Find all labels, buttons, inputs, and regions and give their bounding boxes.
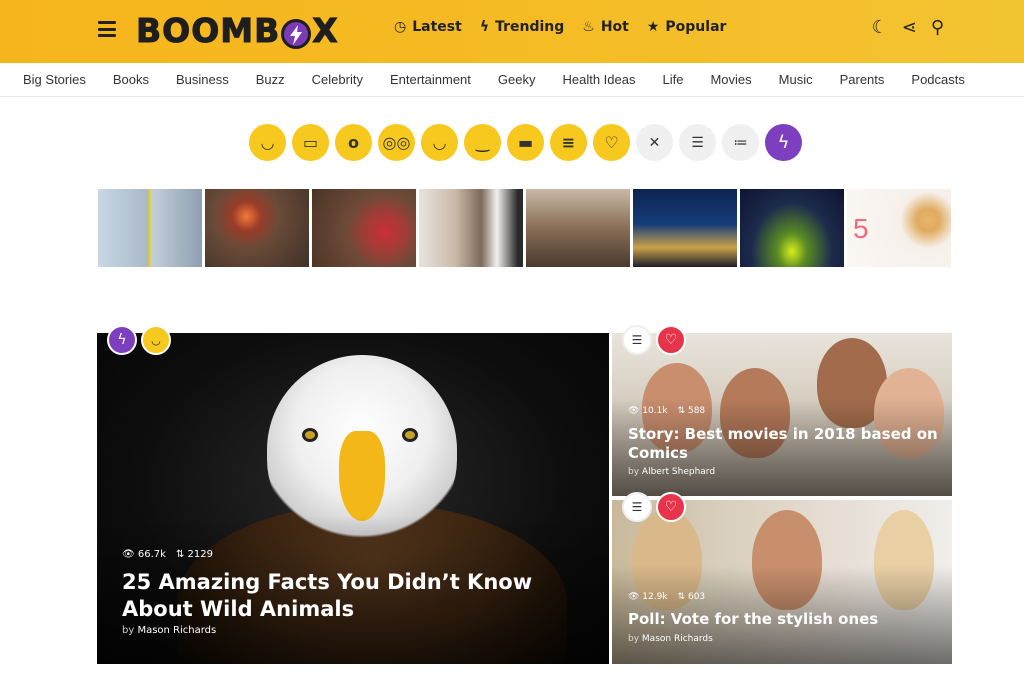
lol-reaction-icon[interactable]: ◡ [249, 124, 286, 161]
hero-title[interactable]: 25 Amazing Facts You Didn’t Know About W… [122, 569, 562, 623]
card-byline: by Albert Shephard [628, 467, 716, 477]
cool-reaction-icon[interactable]: ▬ [507, 124, 544, 161]
clock-icon: ◷ [394, 19, 407, 35]
nav-latest[interactable]: ◷ Latest [394, 19, 462, 35]
versus-reaction-icon[interactable]: ✕ [636, 124, 673, 161]
card-byline: by Mason Richards [628, 634, 713, 644]
views-count: 👁 10.1k [628, 406, 668, 416]
views-count: 👁 12.9k [628, 592, 668, 602]
category-link[interactable]: Life [662, 72, 683, 87]
category-link[interactable]: Entertainment [390, 72, 471, 87]
card-title[interactable]: Poll: Vote for the stylish ones [628, 610, 938, 629]
wtf-reaction-icon[interactable]: ◡ [421, 124, 458, 161]
card-badges: ☰ ♡ [622, 492, 686, 522]
thumb-breakfast[interactable]: 5 [847, 189, 951, 267]
nav-hot[interactable]: ♨ Hot [582, 19, 629, 35]
site-logo[interactable]: BOOMB X [135, 10, 339, 50]
search-icon[interactable]: ⚲ [931, 19, 944, 37]
author-link[interactable]: Mason Richards [137, 625, 216, 636]
hero-stats: 👁 66.7k ⇅ 2129 [122, 549, 213, 560]
category-link[interactable]: Music [779, 72, 813, 87]
list-reaction-icon[interactable]: ≔ [722, 124, 759, 161]
category-link[interactable]: Buzz [256, 72, 285, 87]
hero-byline: by Mason Richards [122, 625, 217, 636]
trending-badge-icon[interactable]: ϟ [107, 325, 137, 355]
thumb-dj[interactable] [205, 189, 309, 267]
angry-reaction-icon[interactable]: ≡ [550, 124, 587, 161]
quiz-badge-icon[interactable]: ☰ [622, 325, 652, 355]
category-link[interactable]: Books [113, 72, 149, 87]
heart-icon[interactable]: ♡ [656, 492, 686, 522]
bolt-icon: ϟ [479, 19, 490, 35]
category-link[interactable]: Big Stories [23, 72, 86, 87]
post-card[interactable]: 👁 12.9k ⇅ 603 Poll: Vote for the stylish… [612, 500, 952, 664]
hero-post[interactable]: 👁 66.7k ⇅ 2129 25 Amazing Facts You Didn… [97, 333, 609, 664]
featured-thumbnails: 5 [98, 189, 951, 267]
menu-icon[interactable] [98, 21, 116, 37]
quiz-badge-icon[interactable]: ☰ [622, 492, 652, 522]
flame-icon: ♨ [582, 19, 595, 35]
thumb-gifts[interactable] [312, 189, 416, 267]
author-link[interactable]: Mason Richards [642, 634, 713, 644]
site-header: BOOMB X ◷ Latest ϟ Trending ♨ Hot ★ Popular ☾… [0, 0, 1024, 63]
love-reaction-icon[interactable]: ♡ [593, 124, 630, 161]
shares-count: ⇅ 2129 [175, 549, 213, 560]
lol-badge-icon[interactable]: ◡ [141, 325, 171, 355]
thumb-city[interactable] [633, 189, 737, 267]
card-stats: 👁 10.1k ⇅ 588 [628, 406, 705, 416]
category-bar: Big Stories Books Business Buzz Celebrit… [0, 63, 1024, 97]
category-link[interactable]: Business [176, 72, 229, 87]
category-link[interactable]: Podcasts [911, 72, 964, 87]
trending-reaction-icon[interactable]: ϟ [765, 124, 802, 161]
card-title[interactable]: Story: Best movies in 2018 based on Comi… [628, 425, 938, 463]
card-stats: 👁 12.9k ⇅ 603 [628, 592, 705, 602]
share-icon[interactable]: ⋖ [902, 19, 917, 37]
thumb-window[interactable] [419, 189, 523, 267]
hero-image-eye [402, 428, 418, 442]
thumb-number: 5 [853, 213, 869, 244]
hero-badges: ϟ ◡ [107, 325, 171, 355]
post-card[interactable]: 👁 10.1k ⇅ 588 Story: Best movies in 2018… [612, 333, 952, 496]
reaction-bar: ◡ ▭ o ◎◎ ◡ ‿ ▬ ≡ ♡ ✕ ☰ ≔ ϟ [249, 124, 802, 161]
cute-reaction-icon[interactable]: ‿ [464, 124, 501, 161]
author-link[interactable]: Albert Shephard [642, 467, 715, 477]
category-link[interactable]: Health Ideas [562, 72, 635, 87]
star-icon: ★ [646, 19, 660, 35]
card-badges: ☰ ♡ [622, 325, 686, 355]
nav-trending[interactable]: ϟ Trending [480, 19, 564, 35]
heart-icon[interactable]: ♡ [656, 325, 686, 355]
hero-image-beak [339, 431, 385, 521]
geeky-reaction-icon[interactable]: ◎◎ [378, 124, 415, 161]
nav-popular[interactable]: ★ Popular [647, 19, 727, 35]
shares-count: ⇅ 588 [677, 406, 706, 416]
omg-reaction-icon[interactable]: ▭ [292, 124, 329, 161]
category-link[interactable]: Geeky [498, 72, 536, 87]
hero-image-eye [302, 428, 318, 442]
category-link[interactable]: Movies [710, 72, 751, 87]
thumb-aurora[interactable] [740, 189, 844, 267]
wow-reaction-icon[interactable]: o [335, 124, 372, 161]
category-link[interactable]: Parents [840, 72, 885, 87]
thumb-friends[interactable] [526, 189, 630, 267]
category-link[interactable]: Celebrity [312, 72, 363, 87]
main-nav: ◷ Latest ϟ Trending ♨ Hot ★ Popular [394, 19, 726, 35]
shares-count: ⇅ 603 [677, 592, 706, 602]
quiz-reaction-icon[interactable]: ☰ [679, 124, 716, 161]
thumb-bridges[interactable] [98, 189, 202, 267]
header-actions: ☾ ⋖ ⚲ [872, 19, 944, 37]
views-count: 👁 66.7k [122, 549, 166, 560]
moon-icon[interactable]: ☾ [872, 19, 888, 37]
